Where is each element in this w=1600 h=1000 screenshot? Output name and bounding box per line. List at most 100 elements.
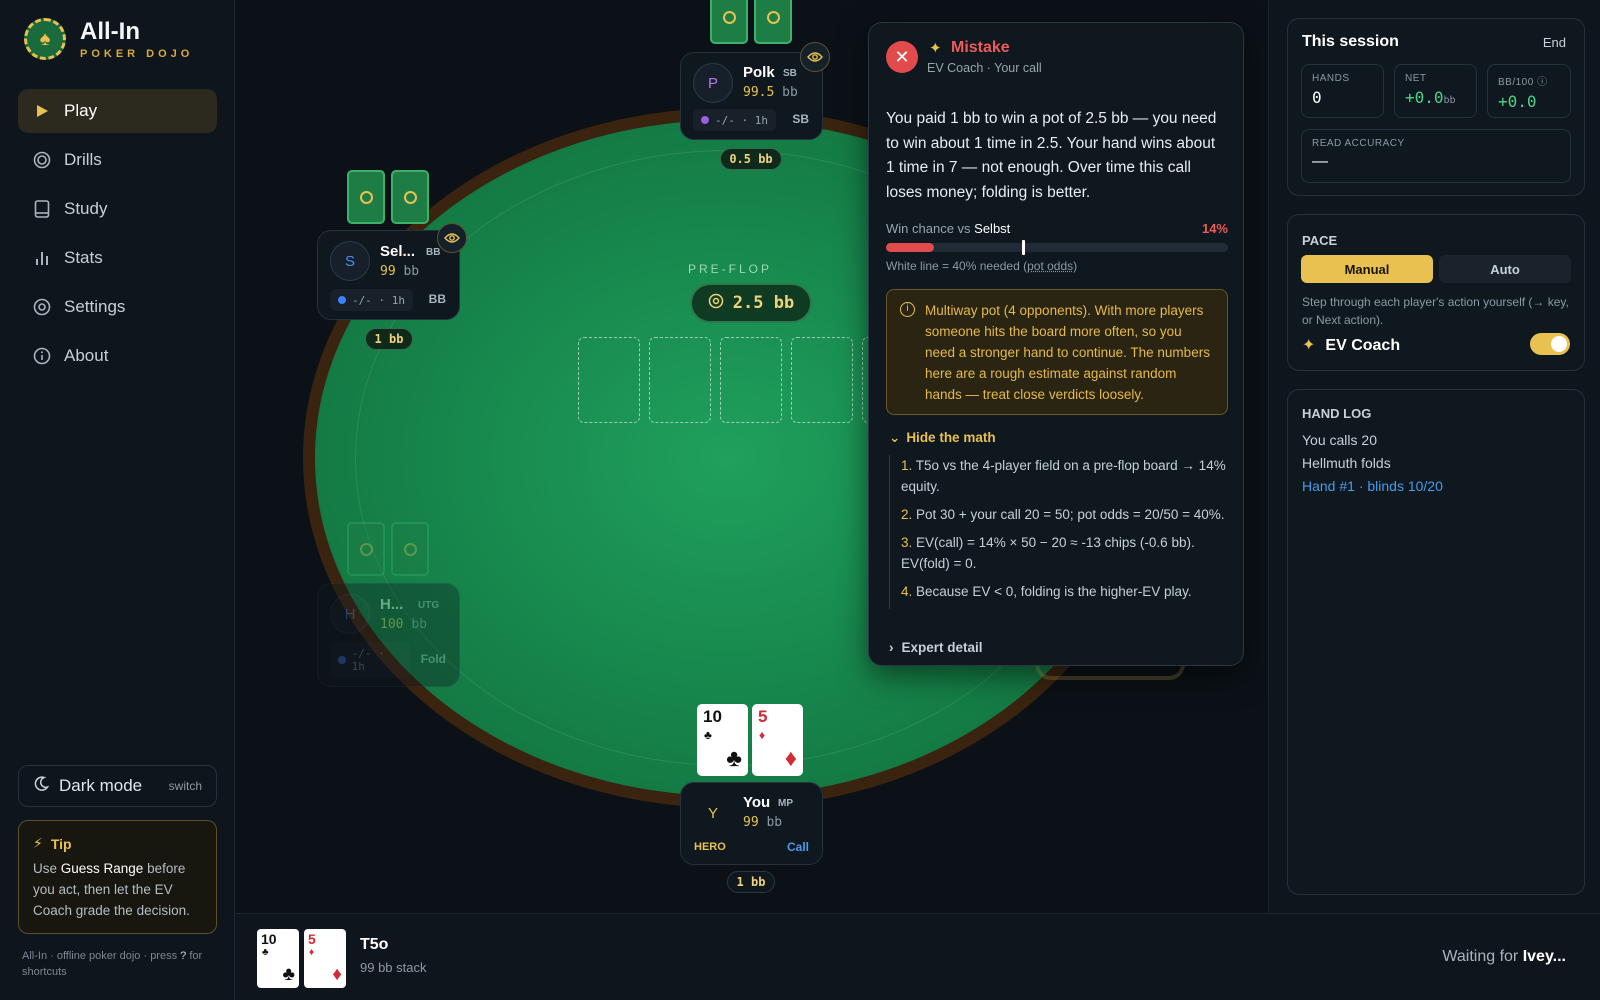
hand-log-title: HAND LOG [1302, 406, 1372, 421]
card-rank: 5 [758, 707, 768, 726]
tip-title: Tip [50, 835, 72, 852]
club-icon: ♣ [726, 745, 742, 772]
opponent-name: Selbst [974, 221, 1011, 236]
step-text: Because EV < 0, folding is the higher-EV… [916, 584, 1192, 599]
hide-math-label: Hide the math [906, 430, 996, 445]
tip-text-pre: Use [33, 861, 61, 876]
stack-unit: bb [766, 815, 783, 830]
hand-log-box: HAND LOG You calls 20 Hellmuth folds Han… [1287, 389, 1585, 895]
bar-legend: White line = 40% needed (pot odds) [886, 259, 1077, 273]
stat-value: +0.0 [1498, 92, 1537, 111]
pot-display: 2.5 bb [690, 283, 812, 323]
verdict-explanation: You paid 1 bb to win a pot of 2.5 bb — y… [886, 110, 1217, 201]
seat-hellmuth[interactable]: H H... UTG 100 bb -/- · 1h Fold [317, 583, 460, 687]
bet-chip: 0.5 bb [720, 148, 782, 170]
sparkle-icon: ✦ [929, 40, 942, 57]
bar-chart-icon [33, 249, 51, 267]
nav-label: About [64, 346, 109, 365]
hide-math-toggle[interactable]: ⌄ Hide the math [889, 430, 996, 446]
close-icon[interactable]: ✕ [886, 41, 918, 73]
nav-item-drills[interactable]: Drills [18, 138, 217, 182]
dark-mode-hint: switch [168, 779, 202, 793]
hero-card-mini: 5 ♦ ♦ [304, 929, 346, 988]
expert-detail-label: Expert detail [901, 640, 983, 655]
log-entry: Hellmuth folds [1302, 455, 1391, 471]
board-card-slot [720, 337, 782, 423]
math-step: 4. Because EV < 0, folding is the higher… [901, 581, 1228, 602]
read-value: -/- · 1h [352, 293, 405, 307]
nav-item-play[interactable]: Play [18, 89, 217, 133]
nav-item-about[interactable]: About [18, 334, 217, 378]
player-stack: 99 [743, 815, 759, 830]
dark-mode-toggle[interactable]: Dark mode switch [18, 765, 217, 807]
player-read[interactable]: -/- · 1h [330, 289, 413, 311]
board-card-slot [791, 337, 853, 423]
step-number: 1. [901, 458, 913, 473]
nav-item-study[interactable]: Study [18, 187, 217, 231]
player-action: BB [428, 292, 446, 306]
avatar: Y [707, 804, 718, 822]
math-step: 1. T5o vs the 4-player field on a pre-fl… [901, 455, 1228, 497]
diamond-icon: ♦ [784, 745, 797, 772]
position-badge: MP [778, 798, 793, 809]
pot-odds-marker [1021, 240, 1025, 255]
step-text: T5o vs the 4-player field on a pre-flop … [901, 458, 1226, 494]
pace-manual-button[interactable]: Manual [1301, 255, 1433, 283]
opponent-hole-card [754, 0, 792, 44]
session-box: This session End HANDS 0 NET +0.0bb BB/1… [1287, 18, 1585, 196]
read-dot [338, 296, 346, 304]
stat-read-accuracy: READ ACCURACY — [1301, 129, 1571, 183]
info-icon[interactable]: ⓘ [1537, 77, 1548, 88]
step-text: EV(call) = 14% × 50 − 20 ≈ -13 chips (-0… [901, 535, 1195, 571]
hero-card: 5 ♦ ♦ [752, 704, 803, 776]
position-badge: UTG [418, 600, 440, 611]
book-icon [33, 200, 51, 218]
nav-label: Stats [64, 248, 103, 267]
pace-auto-button[interactable]: Auto [1439, 255, 1571, 283]
win-chance-bar [886, 240, 1228, 255]
opponent-hole-card [347, 170, 385, 224]
club-icon: ♣ [704, 728, 712, 742]
nav-label: Drills [64, 150, 102, 169]
pot-odds-link[interactable]: pot odds [1027, 259, 1073, 273]
nav-label: Study [64, 199, 108, 218]
nav-item-stats[interactable]: Stats [18, 236, 217, 280]
avatar: P [693, 63, 733, 103]
math-step: 2. Pot 30 + your call 20 = 50; pot odds … [901, 504, 1228, 525]
expert-detail-toggle[interactable]: › Expert detail [889, 640, 983, 655]
right-panel: This session End HANDS 0 NET +0.0bb BB/1… [1268, 0, 1600, 913]
opponent-hole-card [710, 0, 748, 44]
eye-icon[interactable] [800, 42, 830, 72]
sidebar: ♠ All-In POKER DOJO Play Drills Study St… [0, 0, 235, 1000]
ev-coach-toggle[interactable] [1530, 333, 1570, 355]
club-icon: ♣ [282, 964, 295, 985]
player-name: H... [380, 596, 404, 613]
eye-icon[interactable] [437, 223, 467, 253]
opponent-hole-card [391, 522, 429, 576]
step-number: 4. [901, 584, 913, 599]
math-steps: 1. T5o vs the 4-player field on a pre-fl… [889, 455, 1228, 609]
stack-unit: bb [411, 617, 427, 632]
diamond-icon: ♦ [332, 964, 342, 985]
board-card-slot [578, 337, 640, 423]
bet-chip: 1 bb [727, 871, 775, 893]
pace-description: Step through each player's action yourse… [1302, 295, 1569, 327]
gear-icon [33, 298, 51, 316]
hero-card-mini: 10 ♣ ♣ [257, 929, 299, 988]
nav-item-settings[interactable]: Settings [18, 285, 217, 329]
player-read[interactable]: -/- · 1h [330, 642, 410, 678]
diamond-icon: ♦ [309, 947, 315, 958]
stat-unit: bb [1443, 95, 1456, 106]
player-read[interactable]: -/- · 1h [693, 109, 776, 131]
warning-text: Multiway pot (4 opponents). With more pl… [925, 303, 1210, 402]
stat-net: NET +0.0bb [1394, 64, 1477, 118]
read-dot [338, 656, 346, 664]
waiting-status: Waiting for Ivey... [1442, 948, 1566, 966]
moon-icon [33, 775, 50, 797]
card-rank: 5 [308, 931, 316, 947]
brand-subtitle: POKER DOJO [80, 47, 194, 60]
nav-label: Settings [64, 297, 126, 316]
stack-unit: bb [782, 85, 798, 100]
hand-link[interactable]: Hand #1 · blinds 10/20 [1302, 478, 1443, 494]
end-session-button[interactable]: End [1543, 35, 1566, 50]
